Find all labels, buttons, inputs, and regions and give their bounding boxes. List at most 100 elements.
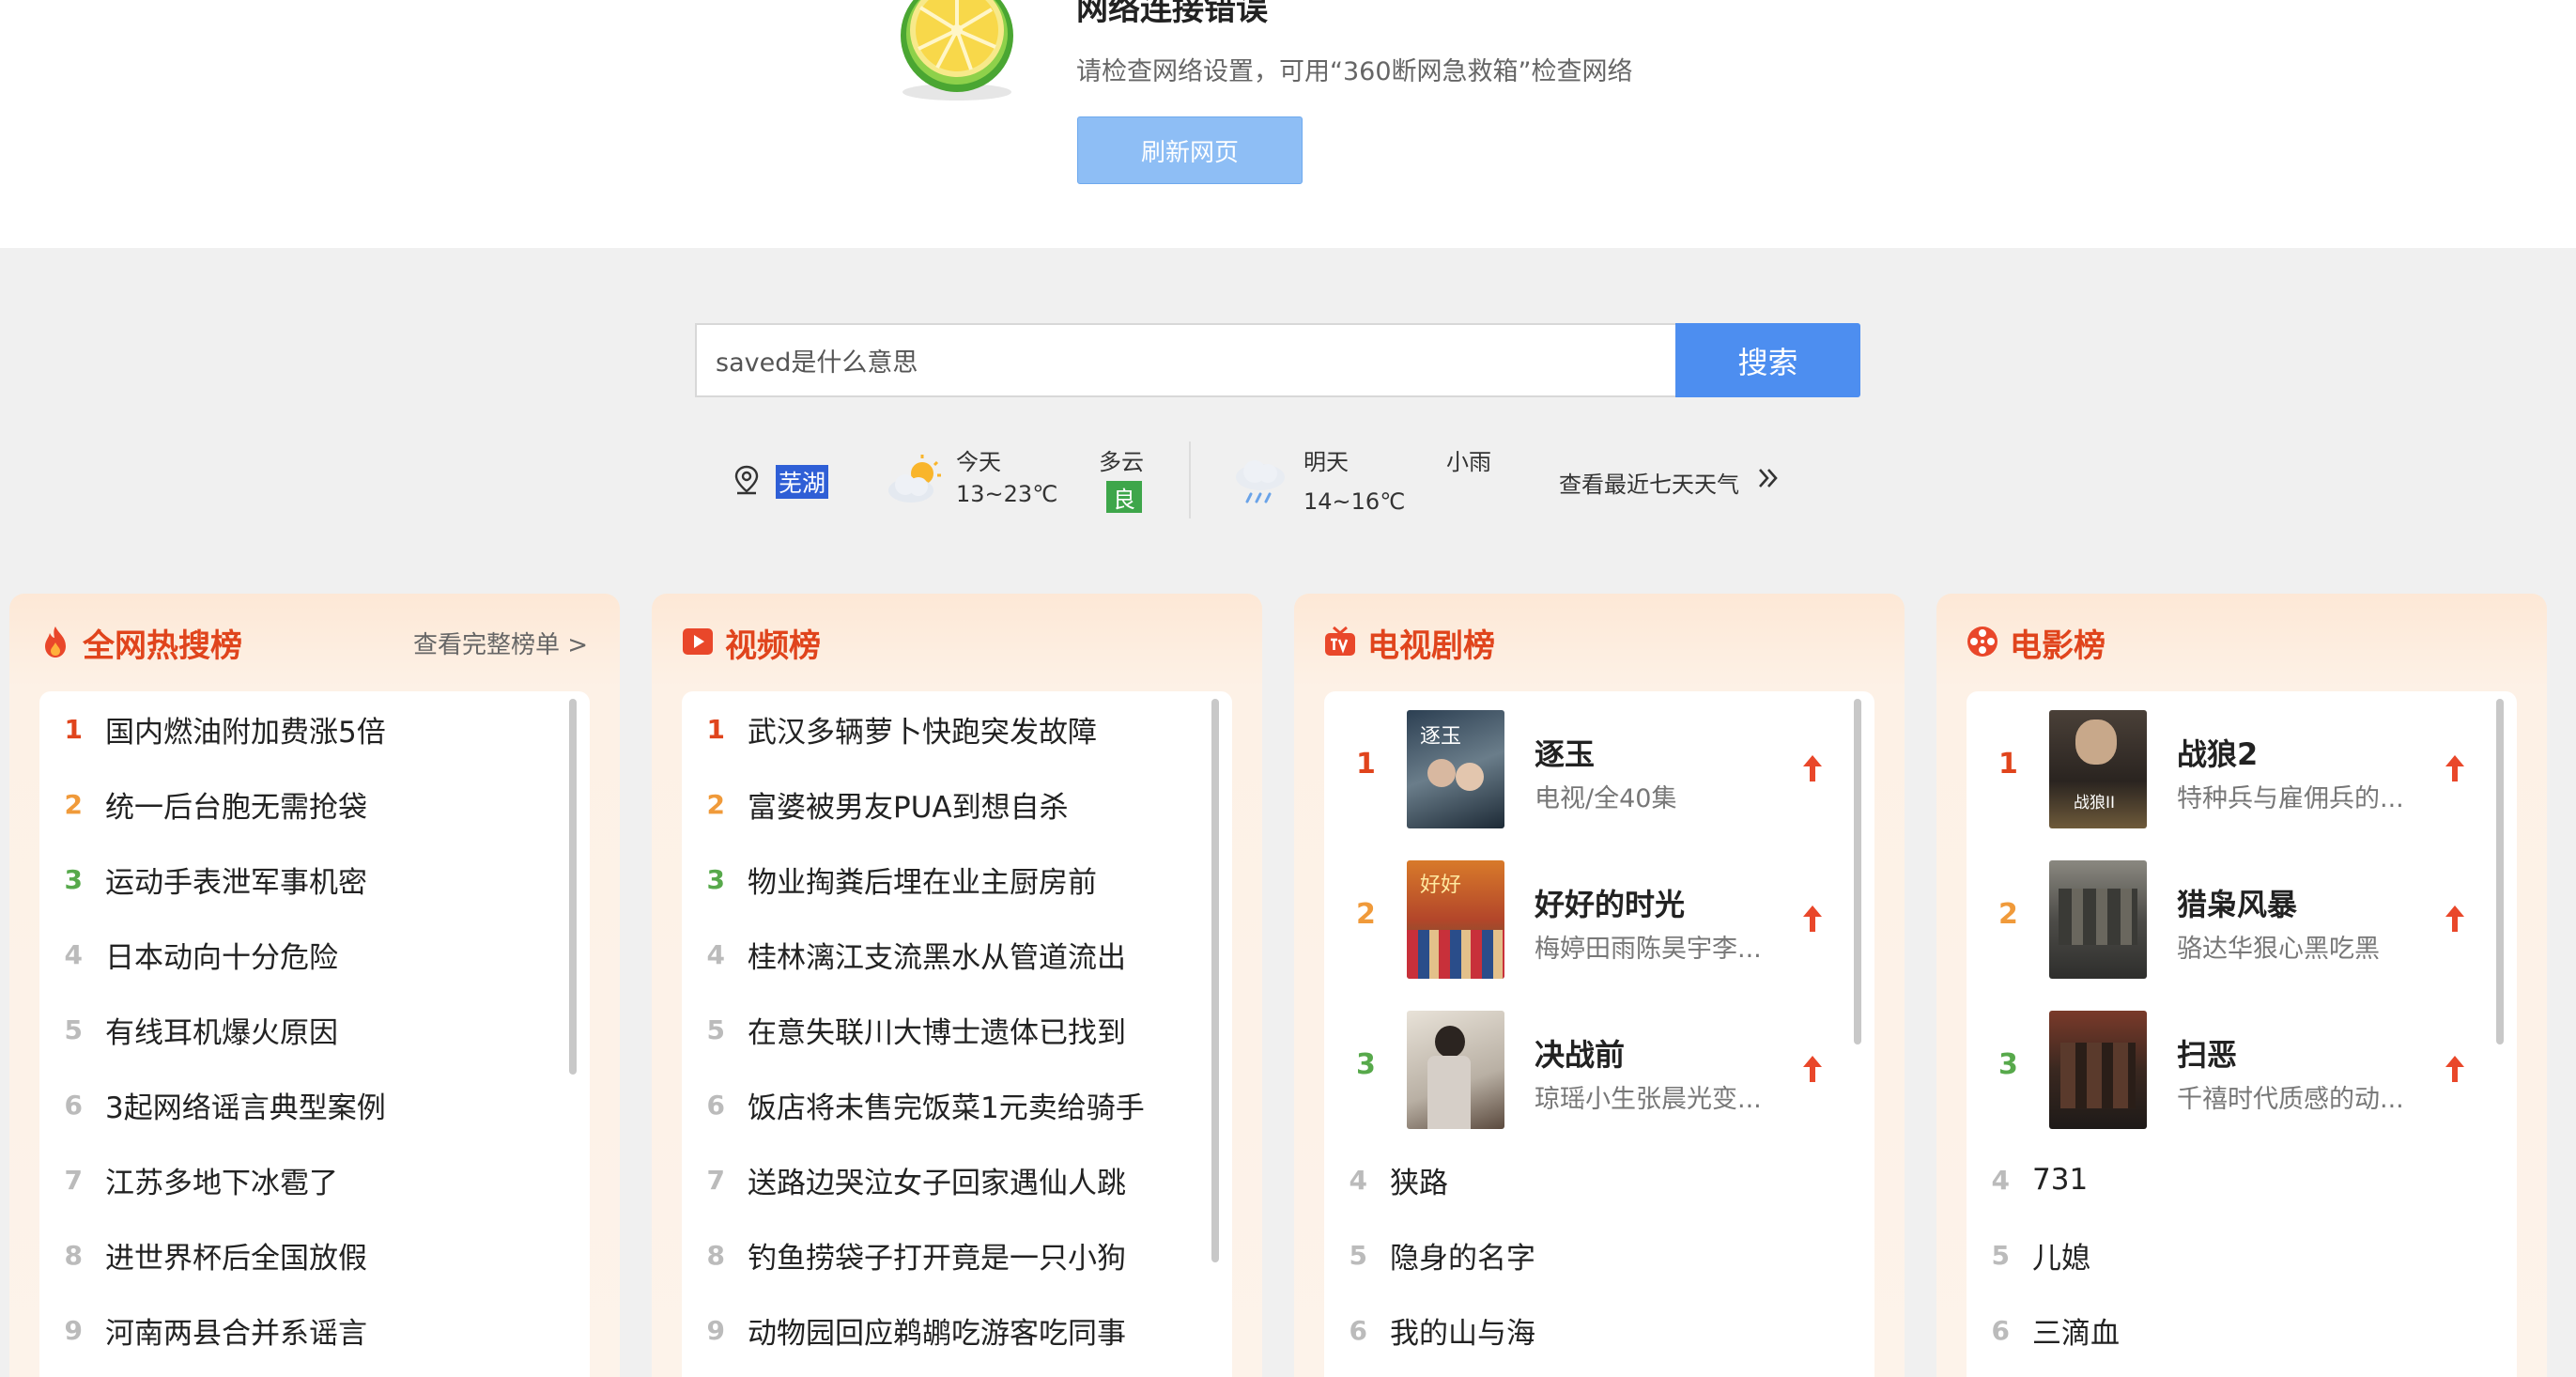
tv-icon — [1325, 626, 1355, 656]
rank-number: 5 — [706, 1013, 725, 1045]
rank-number: 1 — [1998, 748, 2018, 781]
view-full-list-link[interactable]: 查看完整榜单 > — [413, 626, 588, 660]
rank-number: 5 — [1991, 1239, 2010, 1271]
flame-icon — [45, 627, 66, 658]
rank-number: 3 — [706, 863, 725, 895]
list-item-text: 桂林漓江支流黑水从管道流出 — [748, 940, 1126, 975]
today-label: 今天 — [956, 449, 1001, 475]
drama-subtitle: 电视/全40集 — [1535, 784, 1677, 813]
ranked-drama-item[interactable]: 3 决战前 琼瑶小生张晨光变... — [1324, 992, 1874, 1142]
film-reel-icon — [1967, 627, 1998, 657]
trend-up-arrow-icon — [1803, 905, 1822, 932]
list-item[interactable]: 7 江苏多地下冰雹了 — [39, 1142, 590, 1217]
tomorrow-temperature: 14~16℃ — [1303, 488, 1406, 515]
list-item-text: 富婆被男友PUA到想自杀 — [748, 790, 1069, 825]
tomorrow-label: 明天 — [1303, 449, 1349, 475]
list-item-text: 三滴血 — [2032, 1316, 2120, 1351]
movie-subtitle: 特种兵与雇佣兵的... — [2177, 784, 2404, 813]
ranked-movie-item[interactable]: 1 战狼II 战狼2 特种兵与雇佣兵的... — [1967, 691, 2517, 842]
drama-poster[interactable]: 逐玉 — [1407, 710, 1504, 828]
list-item[interactable]: 2 统一后台胞无需抢袋 — [39, 766, 590, 842]
list-item-text: 日本动向十分危险 — [105, 940, 338, 975]
drama-title: 决战前 — [1535, 1037, 1626, 1073]
list-item-text: 进世界杯后全国放假 — [105, 1241, 367, 1276]
movie-poster[interactable] — [2049, 1011, 2147, 1129]
rank-number: 7 — [706, 1164, 725, 1196]
list-item[interactable]: 8 进世界杯后全国放假 — [39, 1217, 590, 1292]
movie-card: 电影榜 1 战狼II 战狼2 特种兵与雇佣兵的... 2 猎枭风暴 骆达华狠心黑… — [1936, 594, 2547, 1377]
rank-number: 2 — [1356, 898, 1376, 931]
tv-list: 1 逐玉 逐玉 电视/全40集 2 好好 好好的时光 梅婷田雨陈昊宇李... 3 — [1324, 691, 1874, 1377]
list-item[interactable]: 1 武汉多辆萝卜快跑突发故障 — [682, 691, 1232, 766]
error-description: 请检查网络设置，可用“360断网急救箱”检查网络 — [1076, 57, 1633, 86]
trend-up-arrow-icon — [1803, 755, 1822, 781]
list-item-text: 河南两县合并系谣言 — [105, 1316, 367, 1351]
rank-number: 2 — [64, 788, 83, 820]
list-item[interactable]: 4 狭路 — [1324, 1142, 1874, 1217]
tv-header: 电视剧榜 — [1294, 594, 1905, 688]
list-item[interactable]: 7 送路边哭泣女子回家遇仙人跳 — [682, 1142, 1232, 1217]
movie-title-text: 扫恶 — [2177, 1037, 2238, 1073]
list-item[interactable]: 4 桂林漓江支流黑水从管道流出 — [682, 917, 1232, 992]
seven-day-weather-link[interactable]: 查看最近七天天气 — [1559, 466, 1739, 499]
list-item[interactable]: 5 隐身的名字 — [1324, 1217, 1874, 1292]
list-item[interactable]: 8 钓鱼捞袋子打开竟是一只小狗 — [682, 1217, 1232, 1292]
list-item-text: 江苏多地下冰雹了 — [105, 1166, 338, 1200]
rank-number: 3 — [1998, 1048, 2018, 1081]
search-box — [695, 323, 1675, 397]
refresh-page-button[interactable]: 刷新网页 — [1077, 116, 1303, 184]
rank-number: 5 — [64, 1013, 83, 1045]
movie-poster[interactable] — [2049, 860, 2147, 979]
lemon-mascot-icon — [901, 0, 1013, 101]
poster-title-art: 战狼II — [2074, 794, 2116, 812]
hot-search-card: 全网热搜榜 查看完整榜单 > 1 国内燃油附加费涨5倍 2 统一后台胞无需抢袋 3运… — [9, 594, 620, 1377]
list-item[interactable]: 4 731 — [1967, 1142, 2517, 1217]
ranked-drama-item[interactable]: 1 逐玉 逐玉 电视/全40集 — [1324, 691, 1874, 842]
movie-header: 电影榜 — [1936, 594, 2547, 688]
partly-cloudy-icon — [888, 455, 941, 503]
drama-poster[interactable] — [1407, 1011, 1504, 1129]
trend-up-arrow-icon — [2445, 905, 2464, 932]
list-item[interactable]: 4 日本动向十分危险 — [39, 917, 590, 992]
search-input[interactable] — [697, 325, 1675, 395]
list-item[interactable]: 2 富婆被男友PUA到想自杀 — [682, 766, 1232, 842]
list-item[interactable]: 5 儿媳 — [1967, 1217, 2517, 1292]
list-item[interactable]: 6 饭店将未售完饭菜1元卖给骑手 — [682, 1067, 1232, 1142]
trend-up-arrow-icon — [2445, 755, 2464, 781]
rank-number: 6 — [706, 1089, 725, 1121]
air-quality-badge: 良 — [1106, 481, 1142, 513]
location-pin-icon[interactable] — [733, 464, 761, 496]
weather-city[interactable]: 芜湖 — [776, 465, 829, 499]
trend-up-arrow-icon — [2445, 1056, 2464, 1082]
list-item-text: 送路边哭泣女子回家遇仙人跳 — [748, 1166, 1126, 1200]
list-item-text: 统一后台胞无需抢袋 — [105, 790, 367, 825]
list-item[interactable]: 9 河南两县合并系谣言 — [39, 1292, 590, 1368]
hot-search-title: 全网热搜榜 — [83, 627, 242, 665]
today-temperature: 13~23℃ — [956, 481, 1058, 507]
list-item[interactable]: 6 三滴血 — [1967, 1292, 2517, 1368]
list-item[interactable]: 3 运动手表泄军事机密 — [39, 842, 590, 917]
tv-title: 电视剧榜 — [1367, 627, 1495, 665]
ranked-movie-item[interactable]: 2 猎枭风暴 骆达华狠心黑吃黑 — [1967, 842, 2517, 992]
list-item[interactable]: 6 我的山与海 — [1324, 1292, 1874, 1368]
list-item[interactable]: 6 3起网络谣言典型案例 — [39, 1067, 590, 1142]
ranked-drama-item[interactable]: 2 好好 好好的时光 梅婷田雨陈昊宇李... — [1324, 842, 1874, 992]
drama-poster[interactable]: 好好 — [1407, 860, 1504, 979]
today-condition: 多云 — [1099, 449, 1144, 475]
list-item-text: 狭路 — [1390, 1166, 1448, 1200]
double-chevron-right-icon[interactable] — [1756, 464, 1781, 492]
movie-list: 1 战狼II 战狼2 特种兵与雇佣兵的... 2 猎枭风暴 骆达华狠心黑吃黑 3… — [1967, 691, 2517, 1377]
list-item[interactable]: 1 国内燃油附加费涨5倍 — [39, 691, 590, 766]
list-item[interactable]: 3 物业掏粪后埋在业主厨房前 — [682, 842, 1232, 917]
drama-subtitle: 梅婷田雨陈昊宇李... — [1535, 935, 1762, 964]
trend-up-arrow-icon — [1803, 1056, 1822, 1082]
movie-poster[interactable]: 战狼II — [2049, 710, 2147, 828]
list-item[interactable]: 5 在意失联川大博士遗体已找到 — [682, 992, 1232, 1067]
video-title: 视频榜 — [725, 627, 821, 665]
list-item[interactable]: 5 有线耳机爆火原因 — [39, 992, 590, 1067]
ranked-movie-item[interactable]: 3 扫恶 千禧时代质感的动... — [1967, 992, 2517, 1142]
rank-number: 3 — [64, 863, 83, 895]
list-item[interactable]: 9 动物园回应鹈鹕吃游客吃同事 — [682, 1292, 1232, 1368]
rank-number: 7 — [64, 1164, 83, 1196]
search-button[interactable]: 搜索 — [1675, 323, 1860, 397]
